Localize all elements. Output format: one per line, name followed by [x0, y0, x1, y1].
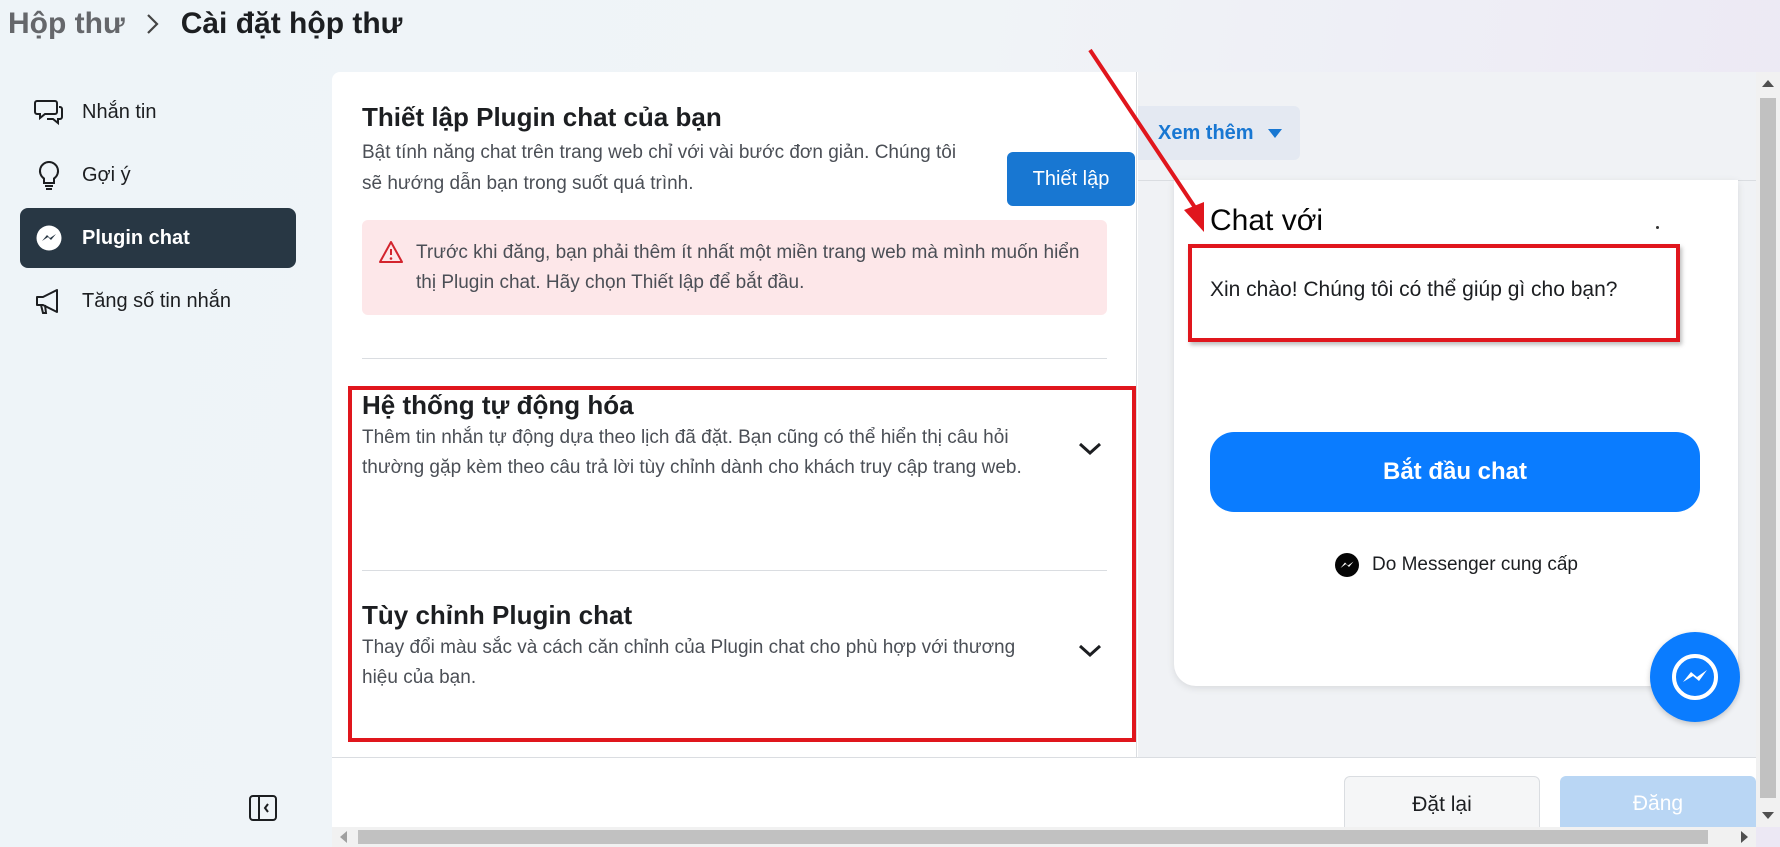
section-title: Hệ thống tự động hóa	[362, 390, 634, 420]
setup-section: Thiết lập Plugin chat của bạn Bật tính n…	[362, 102, 1135, 206]
chat-title: Chat với	[1210, 204, 1324, 237]
scroll-up-icon[interactable]	[1762, 80, 1774, 87]
messenger-icon	[34, 223, 64, 253]
warning-banner: Trước khi đăng, bạn phải thêm ít nhất mộ…	[362, 220, 1107, 315]
chevron-right-icon	[139, 10, 167, 38]
scroll-left-icon[interactable]	[340, 831, 347, 843]
greeting-text: Xin chào! Chúng tôi có thể giúp gì cho b…	[1210, 278, 1618, 301]
divider	[362, 358, 1107, 359]
scrollbar-thumb[interactable]	[1760, 98, 1776, 798]
powered-by-text: Do Messenger cung cấp	[1372, 554, 1578, 575]
sidebar-item-suggestions[interactable]: Gợi ý	[20, 145, 296, 205]
footer-bar: Đặt lại Đăng	[332, 757, 1756, 836]
sidebar-item-messaging[interactable]: Nhắn tin	[20, 82, 296, 142]
sidebar-item-plugin-chat[interactable]: Plugin chat	[20, 208, 296, 268]
sidebar-item-boost-messages[interactable]: Tăng số tin nhắn	[20, 271, 296, 331]
messenger-icon	[1672, 654, 1718, 700]
setup-button[interactable]: Thiết lập	[1007, 152, 1135, 206]
powered-by: Do Messenger cung cấp	[1174, 552, 1738, 578]
breadcrumb: Hộp thư Cài đặt hộp thư	[8, 4, 402, 44]
sidebar-item-label: Gợi ý	[82, 163, 131, 186]
scroll-down-icon[interactable]	[1762, 812, 1774, 819]
messenger-fab-button[interactable]	[1650, 632, 1740, 722]
chevron-down-icon[interactable]	[1073, 432, 1107, 466]
chevron-down-icon[interactable]	[1073, 634, 1107, 668]
breadcrumb-root[interactable]: Hộp thư	[8, 7, 125, 41]
main-panel: Thiết lập Plugin chat của bạn Bật tính n…	[332, 72, 1756, 757]
megaphone-icon	[34, 286, 64, 316]
dot-mark	[1656, 226, 1659, 229]
start-chat-button[interactable]: Bắt đầu chat	[1210, 432, 1700, 512]
warning-icon	[378, 240, 404, 266]
vertical-scrollbar[interactable]	[1756, 72, 1780, 827]
preview-column: Xem thêm Chat với Xin chào! Chúng tôi có…	[1138, 72, 1756, 757]
messenger-icon	[1334, 552, 1360, 578]
section-description: Thay đổi màu sắc và cách căn chỉnh của P…	[362, 637, 1016, 688]
chat-bubbles-icon	[34, 97, 64, 127]
sidebar-item-label: Plugin chat	[82, 226, 190, 249]
sidebar: Nhắn tin Gợi ý Plugin chat Tăng số tin n…	[20, 82, 296, 334]
see-more-dropdown[interactable]: Xem thêm	[1138, 106, 1300, 160]
customize-section[interactable]: Tùy chỉnh Plugin chat Thay đổi màu sắc v…	[362, 600, 1107, 693]
divider	[362, 570, 1107, 571]
horizontal-scrollbar[interactable]	[332, 827, 1756, 847]
sidebar-item-label: Nhắn tin	[82, 100, 157, 123]
caret-down-icon	[1267, 128, 1282, 138]
section-description: Thêm tin nhắn tự động dựa theo lịch đã đ…	[362, 427, 1022, 478]
scroll-right-icon[interactable]	[1741, 831, 1748, 843]
scrollbar-thumb[interactable]	[358, 830, 1708, 844]
lightbulb-icon	[34, 160, 64, 190]
page-title: Cài đặt hộp thư	[180, 7, 403, 40]
automation-section[interactable]: Hệ thống tự động hóa Thêm tin nhắn tự độ…	[362, 390, 1107, 483]
warning-text: Trước khi đăng, bạn phải thêm ít nhất mộ…	[416, 242, 1080, 293]
section-title: Tùy chỉnh Plugin chat	[362, 600, 633, 630]
settings-column: Thiết lập Plugin chat của bạn Bật tính n…	[332, 72, 1137, 757]
sidebar-item-label: Tăng số tin nhắn	[82, 289, 231, 312]
chat-preview-card: Chat với Xin chào! Chúng tôi có thể giúp…	[1174, 180, 1738, 686]
setup-title: Thiết lập Plugin chat của bạn	[362, 102, 722, 132]
setup-description: Bật tính năng chat trên trang web chỉ vớ…	[362, 142, 957, 194]
see-more-label: Xem thêm	[1158, 121, 1254, 144]
collapse-sidebar-icon[interactable]	[248, 794, 278, 822]
